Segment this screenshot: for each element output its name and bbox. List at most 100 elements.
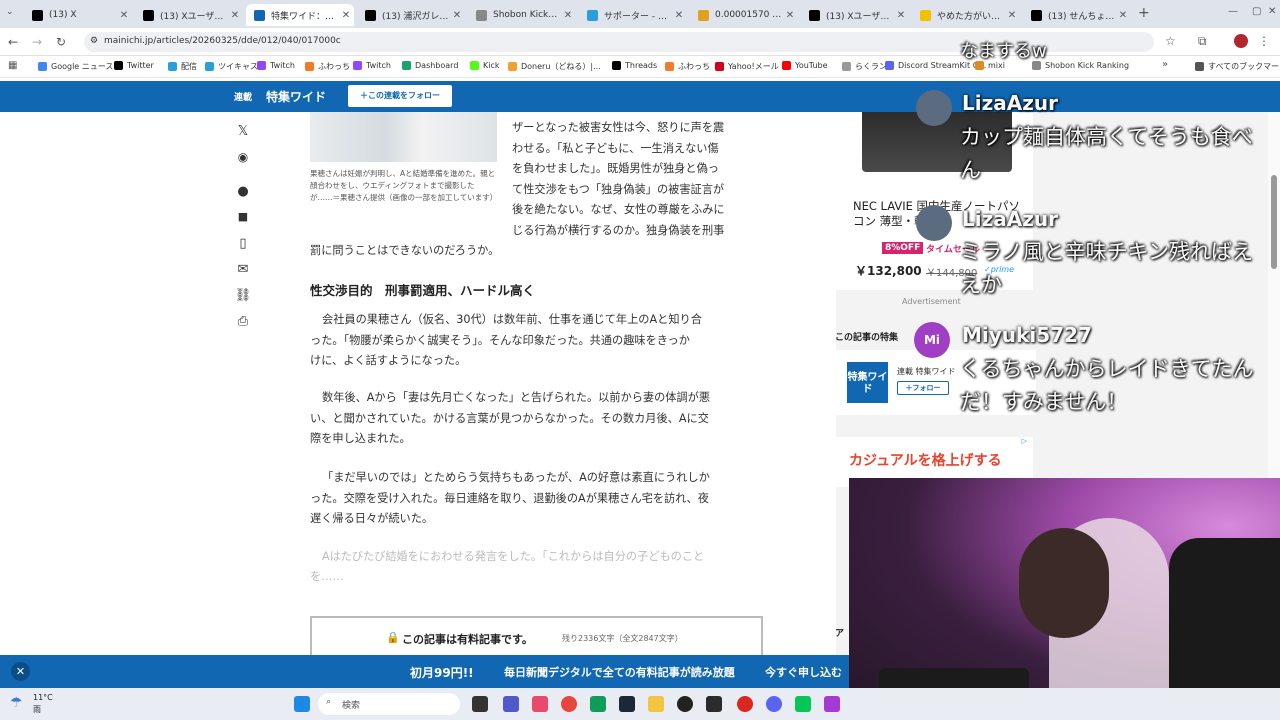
tab[interactable]: (13) Xユーザーの新✕ xyxy=(801,4,909,26)
tab[interactable]: 特集ワイド：BeMe✕ xyxy=(246,4,354,26)
share-hatena-icon[interactable]: ◉ xyxy=(234,150,252,164)
close-promo-icon[interactable]: ✕ xyxy=(11,662,30,681)
link-icon[interactable]: ⛓ xyxy=(234,288,252,303)
tab-close-icon[interactable]: ✕ xyxy=(671,10,687,21)
discord-icon[interactable] xyxy=(766,696,782,712)
more-bookmarks-icon[interactable]: » xyxy=(1162,59,1168,70)
tab[interactable]: (13) X ✕ xyxy=(24,4,132,26)
bookmark-icon[interactable]: ▯ xyxy=(234,236,252,251)
chrome-icon[interactable] xyxy=(561,696,577,712)
tab-close-icon[interactable]: ✕ xyxy=(560,10,576,21)
record-icon[interactable] xyxy=(737,696,753,712)
address-toolbar: ← → ↻ ⚙ mainichi.jp/articles/20260325/dde… xyxy=(0,28,1280,56)
share-facebook-icon[interactable]: ● xyxy=(234,184,252,199)
bookmark-item[interactable]: Threads xyxy=(612,61,657,70)
print-icon[interactable]: ⎙ xyxy=(234,314,252,329)
bookmark-item[interactable]: Dashboard xyxy=(402,61,458,70)
series-follow-button[interactable]: ＋フォロー xyxy=(897,381,949,395)
tab-list-icon[interactable]: ⌄ xyxy=(6,7,14,17)
mail-icon[interactable]: ✉ xyxy=(234,262,252,277)
bookmark-item[interactable]: すべてのブックマーク xyxy=(1195,61,1280,72)
apps-grid-icon[interactable]: ▦ xyxy=(8,60,17,71)
tab[interactable]: サポーター - せんちょ✕ xyxy=(579,4,687,26)
bookmark-item[interactable]: Shobon Kick Ranking xyxy=(1032,61,1129,70)
tab-close-icon[interactable]: ✕ xyxy=(227,10,243,21)
share-hatebu-icon[interactable]: ■ xyxy=(234,210,252,223)
tab[interactable]: (13) 浦沢ガレン（@✕ xyxy=(357,4,465,26)
tab-close-icon[interactable]: ✕ xyxy=(338,10,354,21)
follow-series-button[interactable]: ＋この連載をフォロー xyxy=(348,85,452,107)
series-name[interactable]: 特集ワイド xyxy=(266,88,326,105)
series-logo[interactable]: 特集ワイド xyxy=(847,362,888,403)
bookmark-item[interactable]: らくラン xyxy=(842,61,887,72)
app-icon[interactable] xyxy=(824,696,840,712)
tab-close-icon[interactable]: ✕ xyxy=(893,10,909,21)
back-icon[interactable]: ← xyxy=(8,35,18,49)
promo-cta[interactable]: 今すぐ申し込む xyxy=(765,664,842,680)
close-window-icon[interactable]: ✕ xyxy=(1268,6,1276,17)
chat-fragment: なまするw xyxy=(960,41,1047,62)
bookmark-item[interactable]: Yahoo!メール xyxy=(715,61,779,72)
bookmark-item[interactable]: YouTube xyxy=(782,61,828,70)
subscription-promo-bar[interactable]: ✕ 初月99円!! 毎日新聞デジタルで全ての有料記事が読み放題 今すぐ申し込む xyxy=(0,655,849,688)
remaining-chars: 残り2336文字（全文2847文字） xyxy=(562,634,683,643)
tab-favicon-icon xyxy=(254,9,265,21)
bookmark-item[interactable]: Google ニュース xyxy=(38,61,113,72)
app-icon[interactable] xyxy=(706,696,722,712)
tab-close-icon[interactable]: ✕ xyxy=(782,10,798,21)
bookmark-item[interactable]: 配信 xyxy=(168,61,197,72)
tab-close-icon[interactable]: ✕ xyxy=(1115,10,1131,21)
ad-choices-icon[interactable]: ▷ xyxy=(1022,437,1027,445)
tab-close-icon[interactable]: ✕ xyxy=(1004,10,1020,21)
copilot-icon[interactable] xyxy=(532,696,548,712)
bookmark-item[interactable]: Twitch xyxy=(353,61,391,70)
profile-avatar[interactable] xyxy=(1234,34,1248,48)
bookmark-item[interactable]: Discord StreamKit O... xyxy=(885,61,986,70)
tab[interactable]: Shobon Kick Rank✕ xyxy=(468,4,576,26)
tab-favicon-icon xyxy=(1031,9,1042,21)
bookmark-label: Kick xyxy=(483,61,500,70)
bookmark-item[interactable]: Kick xyxy=(470,61,500,70)
tab[interactable]: (13) Xユーザーの新✕ xyxy=(135,4,243,26)
forward-icon[interactable]: → xyxy=(32,35,42,49)
tab-close-icon[interactable]: ✕ xyxy=(116,10,132,21)
line-icon[interactable] xyxy=(795,696,811,712)
extensions-icon[interactable]: ⧉ xyxy=(1198,34,1207,49)
tab[interactable]: (13) せんちょさん（@✕ xyxy=(1023,4,1131,26)
lock-icon: 🔒 xyxy=(386,631,400,644)
promo-price: 初月99円!! xyxy=(410,666,474,680)
maximize-icon[interactable]: ▢ xyxy=(1252,6,1261,17)
reload-icon[interactable]: ↻ xyxy=(56,35,66,49)
taskbar-search[interactable]: ⌕ 検索 xyxy=(318,693,460,715)
edge-icon[interactable] xyxy=(590,696,606,712)
site-info-icon[interactable]: ⚙ xyxy=(90,36,98,46)
bookmark-item[interactable]: mixi xyxy=(975,61,1005,70)
bookmark-item[interactable]: ふわっち xyxy=(665,61,710,72)
steam-icon[interactable] xyxy=(619,696,635,712)
obs-icon[interactable] xyxy=(677,696,693,712)
task-view-icon[interactable] xyxy=(472,696,488,712)
tab-close-icon[interactable]: ✕ xyxy=(449,10,465,21)
chat-message: ミラノ風と辛味チキン残ればええか xyxy=(960,240,1253,297)
share-x-icon[interactable]: 𝕏 xyxy=(234,124,252,139)
teams-icon[interactable] xyxy=(503,696,519,712)
bookmark-item[interactable]: Twitter xyxy=(114,61,154,70)
bookmark-item[interactable]: ツイキャス xyxy=(205,61,258,72)
tab[interactable]: やめた方がいい！ブ✕ xyxy=(912,4,1020,26)
section-heading: 性交渉目的 刑事罰適用、ハードル高く xyxy=(310,283,536,298)
bookmark-label: ふわっち xyxy=(318,62,350,71)
tab[interactable]: 0.00001570 | AXS✕ xyxy=(690,4,798,26)
tab-title: 特集ワイド：BeMe xyxy=(271,11,338,22)
new-tab-icon[interactable]: + xyxy=(1138,5,1150,21)
bookmark-label: Twitter xyxy=(127,61,154,70)
bookmark-item[interactable]: Doneru（どねる）|... xyxy=(508,61,601,72)
file-explorer-icon[interactable] xyxy=(648,696,664,712)
bookmark-item[interactable]: ふわっち xyxy=(305,61,350,72)
start-icon[interactable] xyxy=(294,696,310,712)
bookmark-item[interactable]: Twitch xyxy=(257,61,295,70)
weather-icon[interactable]: ☂ xyxy=(10,695,23,711)
bookmark-star-icon[interactable]: ☆ xyxy=(1165,34,1176,48)
scrollbar-thumb[interactable] xyxy=(1271,175,1277,269)
minimize-icon[interactable]: — xyxy=(1228,6,1238,17)
menu-kebab-icon[interactable]: ⋮ xyxy=(1258,34,1270,48)
